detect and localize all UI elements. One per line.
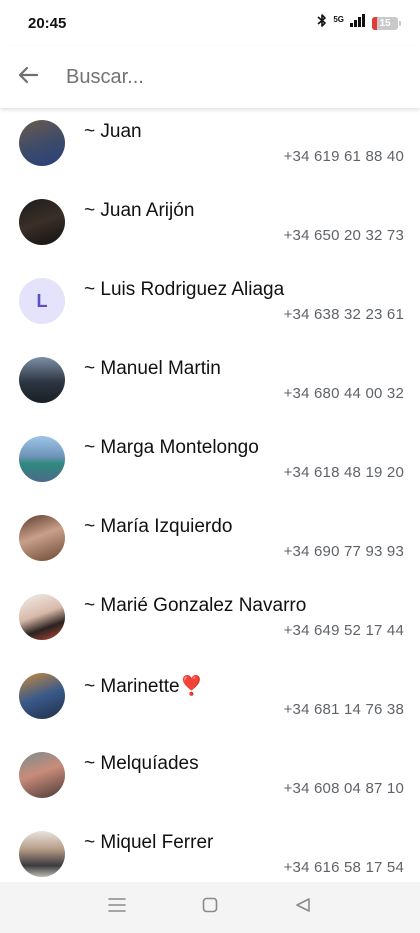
avatar xyxy=(19,515,65,561)
system-navigation-bar xyxy=(0,882,420,933)
signal-icon xyxy=(350,14,366,32)
contact-name: ~ Marinette❣️ xyxy=(84,676,204,697)
contact-phone: +34 619 61 88 40 xyxy=(283,148,404,165)
contact-name: ~ Luis Rodriguez Aliaga xyxy=(84,279,285,300)
home-square-icon xyxy=(202,897,218,918)
contact-row[interactable]: ~ Miquel Ferrer +34 616 58 17 54 xyxy=(0,819,420,882)
contact-row[interactable]: ~ Manuel Martin +34 680 44 00 32 xyxy=(0,345,420,424)
battery-level: 15 xyxy=(379,17,391,29)
search-input[interactable] xyxy=(66,65,386,89)
contact-row[interactable]: ~ Juan Arijón +34 650 20 32 73 xyxy=(0,187,420,266)
home-button[interactable] xyxy=(190,888,230,928)
contact-phone: +34 649 52 17 44 xyxy=(283,622,404,639)
arrow-left-icon xyxy=(17,66,39,89)
search-toolbar xyxy=(0,46,420,108)
contact-name: ~ Miquel Ferrer xyxy=(84,832,214,853)
avatar xyxy=(19,594,65,640)
battery-icon: 15 xyxy=(372,16,401,30)
contact-name: ~ Marié Gonzalez Navarro xyxy=(84,595,307,616)
back-button[interactable] xyxy=(0,49,56,105)
nav-back-button[interactable] xyxy=(283,888,323,928)
contact-row[interactable]: ~ Marié Gonzalez Navarro +34 649 52 17 4… xyxy=(0,582,420,661)
contact-row[interactable]: ~ Marinette❣️ +34 681 14 76 38 xyxy=(0,661,420,740)
contact-name: ~ Manuel Martin xyxy=(84,358,221,379)
menu-icon xyxy=(107,897,126,918)
network-type-label: 5G xyxy=(333,15,344,24)
bluetooth-icon xyxy=(317,13,327,33)
avatar xyxy=(19,831,65,877)
contact-phone: +34 650 20 32 73 xyxy=(283,227,404,244)
avatar xyxy=(19,752,65,798)
contact-phone: +34 680 44 00 32 xyxy=(283,385,404,402)
contact-name: ~ Melquíades xyxy=(84,753,199,774)
contact-list: ~ Juan +34 619 61 88 40 ~ Juan Arijón +3… xyxy=(0,108,420,882)
contact-phone: +34 681 14 76 38 xyxy=(283,701,404,718)
status-icons: 5G 15 xyxy=(317,13,401,33)
contact-phone: +34 638 32 23 61 xyxy=(283,306,404,323)
contact-row[interactable]: ~ María Izquierdo +34 690 77 93 93 xyxy=(0,503,420,582)
avatar xyxy=(19,357,65,403)
contact-name: ~ María Izquierdo xyxy=(84,516,233,537)
back-triangle-icon xyxy=(295,897,311,918)
contact-phone: +34 690 77 93 93 xyxy=(283,543,404,560)
contact-row[interactable]: L ~ Luis Rodriguez Aliaga +34 638 32 23 … xyxy=(0,266,420,345)
contact-name: ~ Juan Arijón xyxy=(84,200,195,221)
contact-name: ~ Juan xyxy=(84,121,142,142)
avatar-letter: L xyxy=(36,290,48,311)
avatar xyxy=(19,120,65,166)
contact-phone: +34 618 48 19 20 xyxy=(283,464,404,481)
status-time: 20:45 xyxy=(28,14,67,32)
avatar: L xyxy=(19,278,65,324)
contact-row[interactable]: ~ Marga Montelongo +34 618 48 19 20 xyxy=(0,424,420,503)
avatar xyxy=(19,436,65,482)
contact-row[interactable]: ~ Juan +34 619 61 88 40 xyxy=(0,108,420,187)
contact-phone: +34 616 58 17 54 xyxy=(283,859,404,876)
avatar xyxy=(19,199,65,245)
contact-phone: +34 608 04 87 10 xyxy=(283,780,404,797)
contact-name: ~ Marga Montelongo xyxy=(84,437,259,458)
recents-button[interactable] xyxy=(97,888,137,928)
avatar xyxy=(19,673,65,719)
contact-row[interactable]: ~ Melquíades +34 608 04 87 10 xyxy=(0,740,420,819)
status-bar: 20:45 5G 15 xyxy=(0,0,420,46)
